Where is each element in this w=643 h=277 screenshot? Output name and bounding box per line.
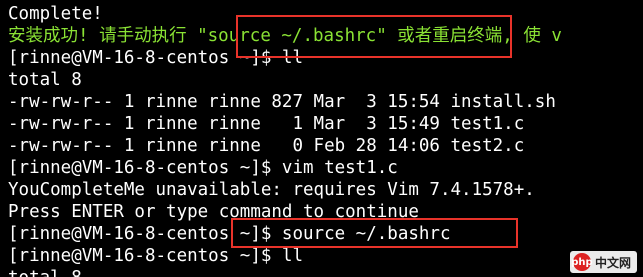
watermark-label: 中文网 <box>594 255 631 270</box>
terminal-window[interactable]: Complete! 安装成功! 请手动执行 "source ~/.bashrc"… <box>0 0 643 277</box>
terminal-line: [rinne@VM-16-8-centos ~]$ ll <box>8 246 304 266</box>
terminal-line: -rw-rw-r-- 1 rinne rinne 827 Mar 3 15:54… <box>8 92 556 112</box>
terminal-line: [rinne@VM-16-8-centos ~]$ ll <box>8 48 304 68</box>
terminal-line: [rinne@VM-16-8-centos ~]$ vim test1.c <box>8 158 398 178</box>
terminal-line: [rinne@VM-16-8-centos ~]$ source ~/.bash… <box>8 224 451 244</box>
php-logo-icon: php <box>571 253 593 271</box>
terminal-line: Complete! <box>8 4 103 24</box>
site-watermark: php 中文网 <box>569 251 637 273</box>
terminal-line: Press ENTER or type command to continue <box>8 202 419 222</box>
terminal-line: -rw-rw-r-- 1 rinne rinne 1 Mar 3 15:49 t… <box>8 114 525 134</box>
terminal-line: total 8 <box>8 70 82 90</box>
terminal-output: Complete! 安装成功! 请手动执行 "source ~/.bashrc"… <box>8 3 562 277</box>
terminal-line: total 8 <box>8 267 562 277</box>
terminal-line: -rw-rw-r-- 1 rinne rinne 0 Feb 28 14:06 … <box>8 136 525 156</box>
install-success-message: 安装成功! 请手动执行 "source ~/.bashrc" 或者重启终端, 使… <box>8 26 562 46</box>
terminal-line: YouCompleteMe unavailable: requires Vim … <box>8 180 535 200</box>
